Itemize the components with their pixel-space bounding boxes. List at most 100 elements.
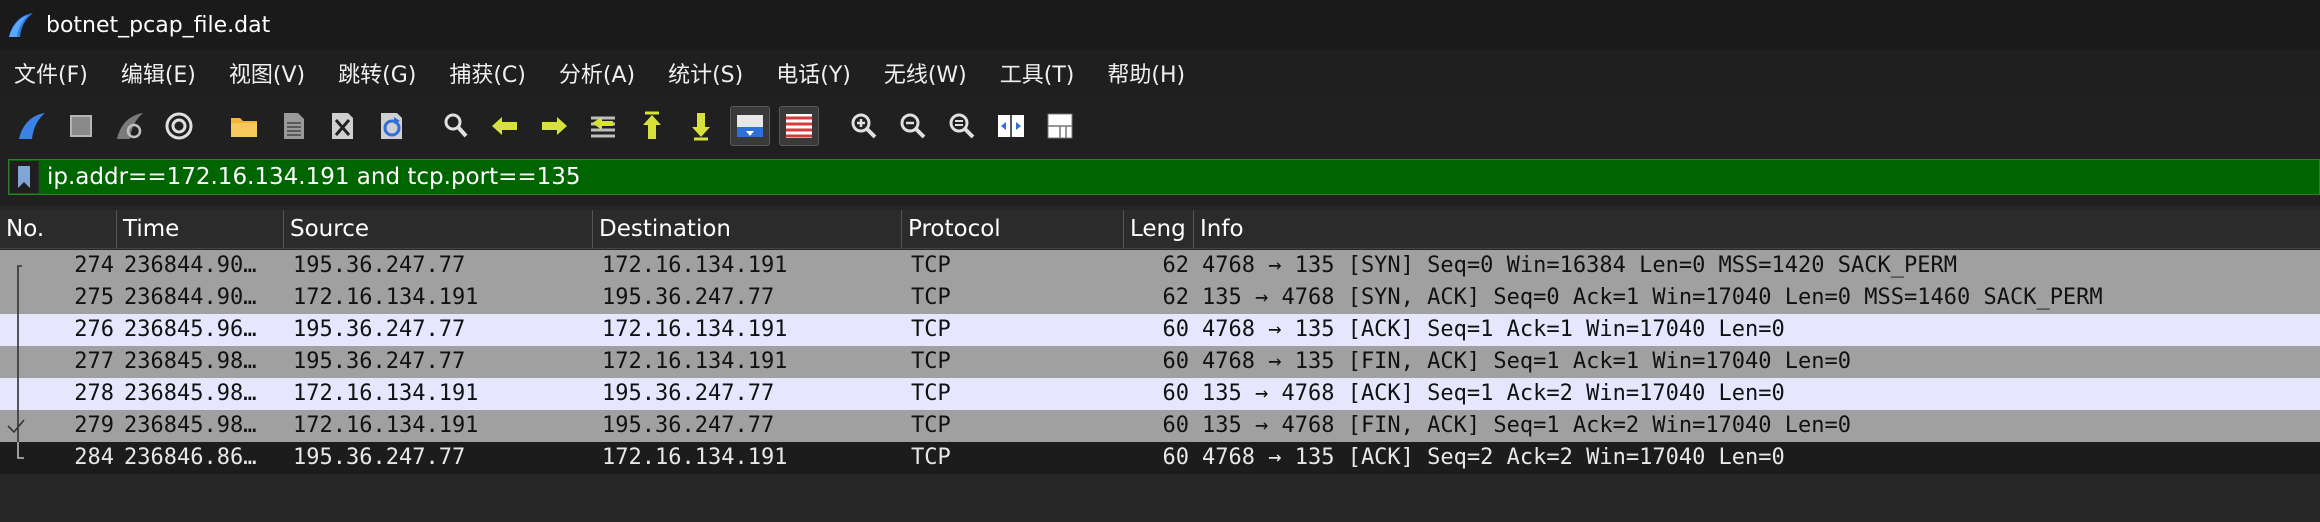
packet-row[interactable]: 284 236846.86… 195.36.247.77 172.16.134.191… xyxy=(0,442,2320,474)
restart-capture-button[interactable] xyxy=(110,106,150,146)
menu-bar: 文件(F) 编辑(E) 视图(V) 跳转(G) 捕获(C) 分析(A) 统计(S… xyxy=(0,50,2320,96)
packet-number: 279 xyxy=(74,413,114,438)
packet-time: 236845.98… xyxy=(124,381,257,406)
display-filter-bar xyxy=(8,159,2320,195)
packet-info: 4768 → 135 [FIN, ACK] Seq=1 Ack=1 Win=17… xyxy=(1202,349,1852,374)
packet-protocol: TCP xyxy=(911,413,951,438)
packet-row[interactable]: 277 236845.98… 195.36.247.77 172.16.134.191… xyxy=(0,346,2320,378)
menu-telephony[interactable]: 电话(Y) xyxy=(770,57,857,89)
zoom-normal-button[interactable] xyxy=(942,106,982,146)
zoom-out-icon xyxy=(900,113,926,139)
packet-number: 276 xyxy=(74,317,114,342)
packet-source: 172.16.134.191 xyxy=(293,381,479,406)
resize-columns-icon xyxy=(998,115,1024,137)
menu-go[interactable]: 跳转(G) xyxy=(332,57,422,89)
file-document-icon xyxy=(284,113,304,139)
title-bar: botnet_pcap_file.dat xyxy=(0,0,2320,50)
reload-icon xyxy=(381,113,402,139)
menu-analyze[interactable]: 分析(A) xyxy=(553,57,641,89)
open-folder-icon xyxy=(231,118,257,137)
layout-button[interactable] xyxy=(1040,106,1080,146)
open-file-button[interactable] xyxy=(224,106,264,146)
display-filter-input[interactable] xyxy=(39,159,2319,195)
main-toolbar xyxy=(0,96,2320,156)
packet-info: 135 → 4768 [ACK] Seq=1 Ack=2 Win=17040 L… xyxy=(1202,381,1785,406)
restart-fin-icon xyxy=(117,113,143,139)
packet-row[interactable]: 276 236845.96… 195.36.247.77 172.16.134.191… xyxy=(0,314,2320,346)
save-file-button[interactable] xyxy=(273,106,313,146)
close-file-button[interactable] xyxy=(322,106,362,146)
wireshark-fin-icon xyxy=(9,13,33,37)
menu-wireless[interactable]: 无线(W) xyxy=(878,57,973,89)
packet-source: 172.16.134.191 xyxy=(293,285,479,310)
bookmark-icon xyxy=(18,166,30,188)
packet-length: 62 xyxy=(1162,253,1190,278)
packet-time: 236845.98… xyxy=(124,349,257,374)
packet-length: 60 xyxy=(1162,349,1190,374)
go-back-arrow-icon xyxy=(492,117,517,135)
column-header-destination[interactable]: Destination xyxy=(593,210,902,248)
menu-statistics[interactable]: 统计(S) xyxy=(662,57,749,89)
zoom-in-button[interactable] xyxy=(844,106,884,146)
capture-options-button[interactable] xyxy=(159,106,199,146)
go-forward-button[interactable] xyxy=(534,106,574,146)
packet-info: 4768 → 135 [ACK] Seq=2 Ack=2 Win=17040 L… xyxy=(1202,445,1785,470)
start-capture-button[interactable] xyxy=(12,106,52,146)
packet-time: 236845.96… xyxy=(124,317,257,342)
packet-source: 195.36.247.77 xyxy=(293,445,466,470)
reload-file-button[interactable] xyxy=(371,106,411,146)
packet-length: 60 xyxy=(1162,445,1190,470)
packet-row[interactable]: 279 236845.98… 172.16.134.191 195.36.247.77… xyxy=(0,410,2320,442)
go-back-button[interactable] xyxy=(485,106,525,146)
packet-list: No. Time Source Destination Protocol Len… xyxy=(0,206,2320,522)
packet-length: 60 xyxy=(1162,413,1190,438)
first-packet-icon xyxy=(643,111,661,139)
menu-tools[interactable]: 工具(T) xyxy=(994,57,1081,89)
column-header-protocol[interactable]: Protocol xyxy=(902,210,1124,248)
menu-capture[interactable]: 捕获(C) xyxy=(443,57,532,89)
menu-view[interactable]: 视图(V) xyxy=(223,57,311,89)
menu-edit[interactable]: 编辑(E) xyxy=(115,57,202,89)
packet-destination: 172.16.134.191 xyxy=(602,253,788,278)
packet-time: 236844.90… xyxy=(124,253,257,278)
column-header-source[interactable]: Source xyxy=(284,210,593,248)
packet-length: 62 xyxy=(1162,285,1190,310)
menu-file[interactable]: 文件(F) xyxy=(8,57,94,89)
find-packet-button[interactable] xyxy=(436,106,476,146)
filter-bookmark-button[interactable] xyxy=(10,161,39,193)
layout-icon xyxy=(1047,113,1073,139)
packet-time: 236846.86… xyxy=(124,445,257,470)
zoom-normal-icon xyxy=(949,113,975,139)
packet-protocol: TCP xyxy=(911,381,951,406)
column-header-length[interactable]: Leng xyxy=(1124,210,1194,248)
packet-destination: 195.36.247.77 xyxy=(602,413,775,438)
go-to-packet-button[interactable] xyxy=(583,106,623,146)
find-magnifier-icon xyxy=(444,113,468,138)
packet-list-header: No. Time Source Destination Protocol Len… xyxy=(0,210,2320,249)
packet-protocol: TCP xyxy=(911,445,951,470)
packet-destination: 195.36.247.77 xyxy=(602,285,775,310)
colorize-button[interactable] xyxy=(779,106,819,146)
column-header-no[interactable]: No. xyxy=(0,210,117,248)
packet-source: 172.16.134.191 xyxy=(293,413,479,438)
column-header-info[interactable]: Info xyxy=(1194,210,2320,248)
last-packet-button[interactable] xyxy=(681,106,721,146)
packet-protocol: TCP xyxy=(911,317,951,342)
go-forward-arrow-icon xyxy=(542,117,567,135)
zoom-out-button[interactable] xyxy=(893,106,933,146)
stop-capture-button[interactable] xyxy=(61,106,101,146)
packet-destination: 172.16.134.191 xyxy=(602,317,788,342)
window-title: botnet_pcap_file.dat xyxy=(46,12,271,38)
packet-row[interactable]: 278 236845.98… 172.16.134.191 195.36.247.77… xyxy=(0,378,2320,410)
capture-options-gear-icon xyxy=(165,112,193,140)
resize-columns-button[interactable] xyxy=(991,106,1031,146)
close-file-icon xyxy=(332,113,353,139)
column-header-time[interactable]: Time xyxy=(117,210,284,248)
packet-row[interactable]: 275 236844.90… 172.16.134.191 195.36.247.77… xyxy=(0,282,2320,314)
packet-row[interactable]: 274 236844.90… 195.36.247.77 172.16.134.191… xyxy=(0,250,2320,282)
menu-help[interactable]: 帮助(H) xyxy=(1101,57,1191,89)
last-packet-icon xyxy=(692,113,710,141)
autoscroll-button[interactable] xyxy=(730,106,770,146)
zoom-in-icon xyxy=(851,113,877,139)
first-packet-button[interactable] xyxy=(632,106,672,146)
